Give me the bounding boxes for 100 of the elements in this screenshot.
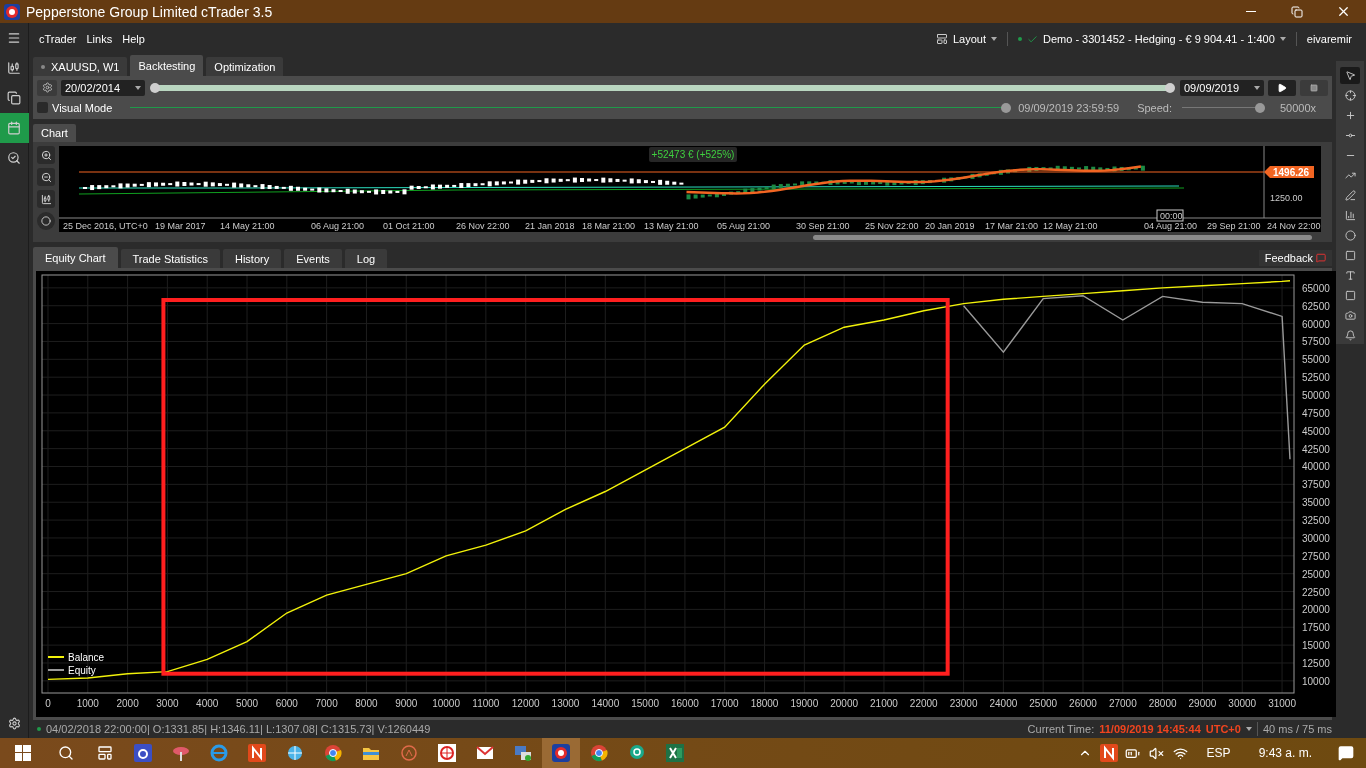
layout-menu[interactable]: Layout: [927, 33, 1005, 45]
restore-icon: [1291, 5, 1303, 18]
axis-label: 40000: [1302, 461, 1330, 473]
rectangle-icon: [1344, 250, 1356, 261]
tab[interactable]: Backtesting: [130, 55, 204, 76]
latency: 40 ms / 75 ms: [1262, 723, 1332, 735]
checkbox-label: Visual Mode: [52, 101, 113, 114]
language-indicator[interactable]: ESP: [1206, 746, 1231, 760]
current-time: 11/09/2019 14:45:44: [1099, 723, 1201, 735]
axis-label: 15000: [1302, 640, 1330, 652]
clock[interactable]: 9:43 a. m.: [1258, 746, 1312, 760]
copy-icon: [7, 91, 21, 105]
circle-icon: [400, 744, 418, 762]
legend-label: Equity: [68, 665, 96, 676]
axis-label: 1250.00: [1270, 193, 1303, 203]
tab[interactable]: History: [222, 249, 282, 268]
start-date-field[interactable]: 20/02/2014: [61, 79, 145, 96]
tab[interactable]: Trade Statistics: [120, 249, 220, 268]
axis-label: 13 May 21:00: [644, 221, 699, 231]
zoom-in-button[interactable]: [37, 146, 55, 164]
axis-label: 24 Nov 22:00: [1267, 221, 1321, 231]
chrome-icon: [324, 744, 342, 762]
price-tag: 1496.26: [1264, 166, 1314, 178]
tab[interactable]: Optimization: [206, 57, 284, 76]
tab[interactable]: XAUUSD, W1: [33, 57, 128, 76]
task-view-icon: [96, 745, 113, 761]
axis-label: 23000: [949, 698, 978, 709]
axis-label: 8000: [355, 698, 378, 709]
axis-label: 28000: [1148, 698, 1177, 709]
stop-button[interactable]: [1300, 79, 1328, 96]
axis-label: 01 Oct 21:00: [383, 221, 435, 231]
axis-label: 25000: [1029, 698, 1058, 709]
axis-label: 12 May 21:00: [1043, 221, 1098, 231]
axis-label: 30000: [1302, 532, 1330, 544]
layout-icon: [935, 33, 948, 45]
axis-label: 26000: [1069, 698, 1097, 709]
status-dot: [41, 64, 45, 69]
menu-icon: [7, 31, 21, 45]
speech-bubble-icon: [1316, 253, 1326, 263]
play-button[interactable]: [1268, 79, 1296, 96]
caret-icon: [991, 37, 997, 41]
status-dot: [1018, 37, 1022, 41]
globe-icon: [286, 744, 304, 762]
axis-label: 25 Dec 2016, UTC+0: [63, 221, 148, 231]
axis-label: 42500: [1302, 443, 1330, 455]
axis-label: 25 Nov 22:00: [865, 221, 919, 231]
tab[interactable]: Chart: [33, 124, 76, 142]
axis-label: 14 May 21:00: [220, 221, 275, 231]
camera-icon: [1344, 310, 1356, 321]
mail-icon: [476, 744, 494, 762]
account-menu[interactable]: Demo - 3301452 - Hedging - € 9 904.41 - 1:400: [1010, 33, 1294, 45]
target-icon: [438, 744, 456, 762]
candlestick-icon: [7, 61, 21, 75]
axis-label: 19 Mar 2017: [155, 221, 206, 231]
chart-type-button[interactable]: [37, 190, 55, 208]
candlestick-icon: [40, 193, 52, 205]
circle-icon: [41, 216, 51, 226]
axis-label: 25000: [1302, 568, 1330, 580]
axis-label: 04 Aug 21:00: [1144, 221, 1198, 231]
visual-mode-checkbox[interactable]: [37, 102, 48, 113]
scrollbar-thumb[interactable]: [813, 234, 1312, 240]
zoom-in-icon: [40, 149, 52, 161]
axis-label: 24000: [989, 698, 1018, 709]
axis-label: 30000: [1228, 698, 1257, 709]
spreadsheet-icon: [666, 744, 684, 762]
end-date-field[interactable]: 09/09/2019: [1180, 79, 1264, 96]
settings-icon: [41, 82, 53, 93]
axis-label: 6000: [275, 698, 298, 709]
tab[interactable]: Equity Chart: [33, 247, 118, 268]
calendar-icon: [7, 121, 21, 135]
axis-label: 17000: [710, 698, 739, 709]
axis-label: 50000: [1302, 390, 1330, 402]
app-logo-icon: [4, 3, 20, 20]
axis-label: 35000: [1302, 497, 1330, 509]
timezone-selector[interactable]: UTC+0: [1205, 723, 1241, 735]
tab[interactable]: Log: [344, 249, 388, 268]
chat-icon: [628, 744, 646, 762]
axis-label: 31000: [1268, 698, 1296, 709]
axis-label: 18 Mar 21:00: [582, 221, 636, 231]
axis-label: 21000: [870, 698, 898, 709]
tool-button[interactable]: [1340, 67, 1360, 84]
square-icon: [1344, 290, 1356, 301]
menu-item[interactable]: Links: [82, 31, 117, 47]
circle-button[interactable]: [37, 212, 55, 230]
zoom-out-button[interactable]: [37, 168, 55, 186]
axis-label: 0: [45, 698, 51, 709]
tab[interactable]: Events: [284, 249, 342, 268]
menu-item[interactable]: Help: [118, 31, 149, 47]
cursor-time-label: 00:00: [1156, 209, 1184, 222]
speed-value[interactable]: 50000x: [1280, 101, 1328, 114]
feedback-button[interactable]: Feedback: [1258, 250, 1332, 266]
taskbar-app[interactable]: [542, 738, 580, 768]
axis-label: 20000: [1302, 604, 1330, 616]
axis-label: 17500: [1302, 622, 1330, 634]
user-menu[interactable]: eivaremir: [1298, 33, 1360, 45]
menu-item[interactable]: cTrader: [35, 31, 81, 47]
settings-button[interactable]: [37, 79, 57, 96]
settings-icon: [7, 716, 21, 730]
date-range-slider[interactable]: [149, 81, 1176, 94]
axis-label: 32500: [1302, 515, 1330, 527]
